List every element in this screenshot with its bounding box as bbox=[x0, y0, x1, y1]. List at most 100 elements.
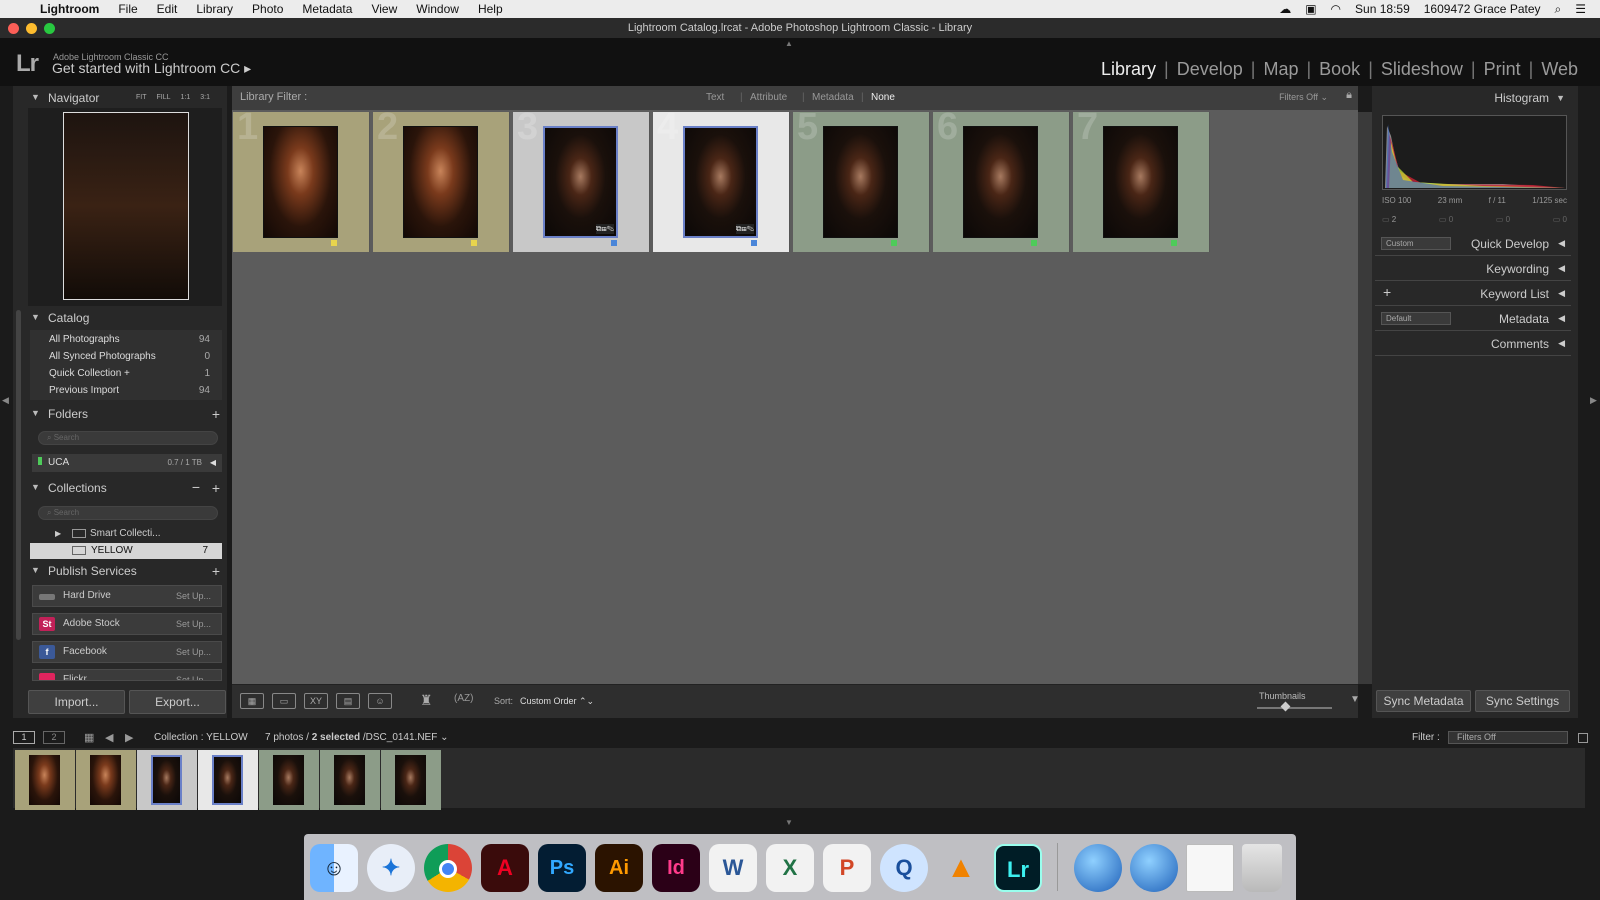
collections-search-input[interactable]: ⌕ Search bbox=[38, 506, 218, 520]
filmstrip-thumbnail[interactable] bbox=[198, 750, 258, 810]
network-globe-icon[interactable] bbox=[1130, 844, 1178, 892]
bottom-panel-toggle-icon[interactable]: ▼ bbox=[785, 818, 793, 827]
module-library[interactable]: Library bbox=[1093, 59, 1164, 80]
lock-icon[interactable]: 🔒︎ bbox=[1346, 89, 1352, 102]
minimize-window-icon[interactable] bbox=[26, 23, 37, 34]
sort-direction-icon[interactable]: (AZ) bbox=[454, 693, 473, 704]
photo-thumbnail[interactable] bbox=[403, 126, 478, 238]
filmstrip-thumbnail[interactable] bbox=[320, 750, 380, 810]
zoom-fill[interactable]: FILL bbox=[157, 94, 171, 101]
creative-cloud-icon[interactable]: ☁ bbox=[1279, 2, 1291, 16]
color-label-icon[interactable] bbox=[1171, 240, 1177, 246]
grid-scrollbar[interactable] bbox=[1358, 112, 1372, 684]
quick-develop-header[interactable]: Custom Quick Develop ◀ bbox=[1375, 232, 1571, 256]
finder-icon[interactable]: ☺ bbox=[310, 844, 358, 892]
zoom-3to1[interactable]: 3:1 bbox=[200, 94, 210, 101]
filmstrip-source[interactable]: Collection : YELLOW bbox=[154, 732, 248, 743]
photo-thumbnail[interactable]: ⧉⊞✎ bbox=[683, 126, 758, 238]
publish-services-header[interactable]: ▼ Publish Services + bbox=[28, 563, 222, 581]
photo-thumbnail[interactable]: ⧉⊞✎ bbox=[543, 126, 618, 238]
navigator-preview-image[interactable] bbox=[63, 112, 189, 300]
filter-lock-icon[interactable] bbox=[1578, 733, 1588, 743]
indesign-icon[interactable]: Id bbox=[652, 844, 700, 892]
add-publish-service-icon[interactable]: + bbox=[212, 563, 220, 579]
quick-develop-preset-select[interactable]: Custom bbox=[1381, 237, 1451, 250]
export-button[interactable]: Export... bbox=[129, 690, 226, 714]
preview-document-icon[interactable] bbox=[1186, 844, 1234, 892]
loupe-view-icon[interactable]: ▭ bbox=[272, 693, 296, 709]
module-web[interactable]: Web bbox=[1533, 59, 1586, 80]
user-name[interactable]: 1609472 Grace Patey bbox=[1424, 2, 1541, 16]
folders-search-input[interactable]: ⌕ Search bbox=[38, 431, 218, 445]
filmstrip-thumbnail[interactable] bbox=[15, 750, 75, 810]
add-folder-icon[interactable]: + bbox=[212, 406, 220, 422]
left-panel-scrollbar[interactable] bbox=[16, 310, 21, 640]
add-collection-icon[interactable]: + bbox=[212, 480, 220, 496]
menu-file[interactable]: File bbox=[118, 2, 137, 16]
identity-plate-title[interactable]: Get started with Lightroom CC ▸ bbox=[52, 60, 251, 77]
toolbar-menu-icon[interactable]: ▼ bbox=[1350, 694, 1360, 705]
sort-order-dropdown[interactable]: Custom Order ⌃⌄ bbox=[520, 696, 594, 707]
collapse-triangle-icon[interactable]: ▼ bbox=[31, 312, 40, 322]
excel-icon[interactable]: X bbox=[766, 844, 814, 892]
expand-triangle-icon[interactable]: ◀ bbox=[1558, 238, 1565, 249]
publish-flickr[interactable]: Flickr Set Up... bbox=[32, 669, 222, 681]
people-view-icon[interactable]: ☺ bbox=[368, 693, 392, 709]
color-label-icon[interactable] bbox=[751, 240, 757, 246]
filmstrip-thumbnail[interactable] bbox=[76, 750, 136, 810]
photo-thumbnail[interactable] bbox=[263, 126, 338, 238]
grid-cell[interactable]: 6 bbox=[933, 106, 1070, 252]
module-print[interactable]: Print bbox=[1476, 59, 1529, 80]
module-book[interactable]: Book bbox=[1311, 59, 1368, 80]
photo-thumbnail[interactable] bbox=[823, 126, 898, 238]
add-keyword-icon[interactable]: + bbox=[1383, 284, 1391, 300]
clock[interactable]: Sun 18:59 bbox=[1355, 2, 1410, 16]
chrome-icon[interactable] bbox=[424, 844, 472, 892]
menu-app[interactable]: Lightroom bbox=[40, 2, 99, 16]
collapse-triangle-icon[interactable]: ▼ bbox=[31, 482, 40, 492]
zoom-fit[interactable]: FIT bbox=[136, 94, 147, 101]
comments-header[interactable]: Comments ◀ bbox=[1375, 332, 1571, 356]
badge-icons[interactable]: ⧉⊞✎ bbox=[735, 224, 754, 234]
filmstrip-selection-info[interactable]: 7 photos / 2 selected /DSC_0141.NEF ⌄ bbox=[265, 732, 449, 743]
collections-header[interactable]: ▼ Collections − + bbox=[28, 479, 222, 498]
photo-thumbnail[interactable] bbox=[1103, 126, 1178, 238]
metadata-header[interactable]: Default Metadata ◀ bbox=[1375, 307, 1571, 331]
word-icon[interactable]: W bbox=[709, 844, 757, 892]
collapse-triangle-icon[interactable]: ▼ bbox=[31, 408, 40, 418]
zoom-window-icon[interactable] bbox=[44, 23, 55, 34]
expand-triangle-icon[interactable]: ◀ bbox=[1558, 338, 1565, 349]
filter-tab-metadata[interactable]: Metadata bbox=[812, 92, 854, 103]
module-slideshow[interactable]: Slideshow bbox=[1373, 59, 1471, 80]
thumbnail-size-slider[interactable] bbox=[1257, 707, 1332, 709]
filmstrip-filter-select[interactable]: Filters Off bbox=[1448, 731, 1568, 744]
powerpoint-icon[interactable]: P bbox=[823, 844, 871, 892]
import-button[interactable]: Import... bbox=[28, 690, 125, 714]
filmstrip-thumbnail[interactable] bbox=[137, 750, 197, 810]
filmstrip-thumbnail[interactable] bbox=[259, 750, 319, 810]
menu-window[interactable]: Window bbox=[416, 2, 459, 16]
collapse-triangle-icon[interactable]: ▼ bbox=[1556, 93, 1565, 103]
histogram-header[interactable]: Histogram ▼ bbox=[1375, 90, 1571, 108]
expand-triangle-icon[interactable]: ◀ bbox=[1558, 288, 1565, 299]
filmstrip-thumbnail[interactable] bbox=[381, 750, 441, 810]
trash-icon[interactable] bbox=[1242, 844, 1282, 892]
notification-icon[interactable]: ☰ bbox=[1575, 2, 1586, 16]
grid-icon[interactable]: ▦ bbox=[84, 731, 94, 744]
status-icon[interactable]: ▣ bbox=[1305, 2, 1316, 16]
menu-metadata[interactable]: Metadata bbox=[302, 2, 352, 16]
filter-tab-text[interactable]: Text bbox=[706, 92, 724, 103]
remove-collection-icon[interactable]: − bbox=[192, 479, 200, 495]
smart-collections-set[interactable]: ▶ Smart Collecti... bbox=[32, 526, 222, 542]
photo-thumbnail[interactable] bbox=[963, 126, 1038, 238]
expand-triangle-icon[interactable]: ◀ bbox=[1558, 263, 1565, 274]
grid-cell[interactable]: 2 bbox=[373, 106, 510, 252]
wifi-icon[interactable]: ◠ bbox=[1331, 2, 1341, 16]
folders-header[interactable]: ▼ Folders + bbox=[28, 406, 222, 424]
left-panel-toggle-icon[interactable]: ◀ bbox=[2, 395, 9, 406]
grid-view-icon[interactable]: ▦ bbox=[240, 693, 264, 709]
window-2-button[interactable]: 2 bbox=[43, 731, 65, 744]
grid-cell[interactable]: 3 ⧉⊞✎ bbox=[513, 106, 650, 252]
grid-cell[interactable]: 7 bbox=[1073, 106, 1210, 252]
catalog-all-synced[interactable]: All Synced Photographs 0 bbox=[30, 349, 220, 365]
